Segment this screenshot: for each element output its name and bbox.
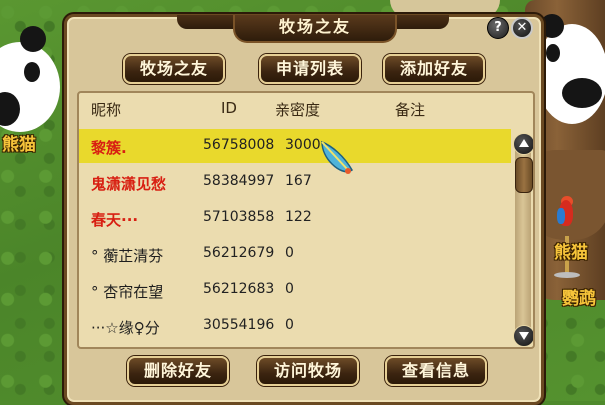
title-deco-left bbox=[177, 15, 237, 29]
friend-id: 57103858 bbox=[203, 209, 275, 225]
friend-id: 56212683 bbox=[203, 281, 275, 297]
panda-label-left: 熊猫 bbox=[2, 135, 36, 155]
arrow-up-icon bbox=[519, 139, 529, 147]
friend-row[interactable]: ° 蘅芷清芬 56212679 0 bbox=[79, 237, 511, 271]
friend-id: 56212679 bbox=[203, 245, 275, 261]
friend-id: 30554196 bbox=[203, 317, 275, 333]
parrot-perch-base bbox=[554, 272, 580, 278]
friend-nickname: ° 蘅芷清芬 bbox=[91, 247, 164, 265]
tab-add-friend[interactable]: 添加好友 bbox=[383, 54, 485, 84]
friend-id: 56758008 bbox=[203, 137, 275, 153]
close-button[interactable]: ✕ bbox=[511, 17, 533, 39]
list-header: 昵称 ID 亲密度 备注 bbox=[79, 93, 533, 123]
friend-closeness: 122 bbox=[285, 209, 312, 225]
feather-cursor-icon bbox=[321, 140, 353, 174]
col-header-note: 备注 bbox=[395, 101, 426, 119]
parrot-label: 鹦鹉 bbox=[562, 289, 596, 309]
friend-nickname: 鬼潇潇见愁 bbox=[91, 175, 167, 193]
title-bar[interactable]: 牧场之友 bbox=[233, 15, 397, 43]
friend-id: 58384997 bbox=[203, 173, 275, 189]
title-deco-right bbox=[389, 15, 449, 29]
friend-row[interactable]: 黎簇. 56758008 3000 bbox=[79, 129, 511, 163]
friend-closeness: 0 bbox=[285, 317, 294, 333]
friend-closeness: 0 bbox=[285, 281, 294, 297]
panda-label-right: 熊猫 bbox=[554, 243, 588, 263]
friend-nickname: ° 杏帘在望 bbox=[91, 283, 164, 301]
scroll-up-button[interactable] bbox=[513, 133, 533, 155]
parrot-npc[interactable] bbox=[555, 196, 577, 236]
col-header-nickname: 昵称 bbox=[91, 101, 122, 119]
friend-nickname: 春天··· bbox=[91, 211, 139, 229]
scrollbar[interactable] bbox=[513, 133, 533, 347]
friend-closeness: 3000 bbox=[285, 137, 321, 153]
visit-ranch-button[interactable]: 访问牧场 bbox=[257, 356, 359, 386]
friend-row[interactable]: 鬼潇潇见愁 58384997 167 bbox=[79, 165, 511, 199]
dialog-title: 牧场之友 bbox=[278, 17, 351, 36]
friend-closeness: 0 bbox=[285, 245, 294, 261]
arrow-down-icon bbox=[519, 332, 529, 340]
scroll-thumb[interactable] bbox=[515, 157, 533, 193]
panda-npc-left[interactable] bbox=[0, 22, 70, 132]
col-header-id: ID bbox=[221, 99, 237, 117]
friend-nickname: ···☆缘♀分 bbox=[91, 319, 160, 337]
friend-row[interactable]: ···☆缘♀分 30554196 0 bbox=[79, 309, 511, 343]
scroll-down-button[interactable] bbox=[513, 325, 533, 347]
friend-row[interactable]: 春天··· 57103858 122 bbox=[79, 201, 511, 235]
tab-ranch-friends[interactable]: 牧场之友 bbox=[123, 54, 225, 84]
friend-nickname: 黎簇. bbox=[91, 139, 127, 157]
friend-row[interactable]: ° 杏帘在望 56212683 0 bbox=[79, 273, 511, 307]
friend-list: 昵称 ID 亲密度 备注 黎簇. 56758008 3000 鬼潇潇见愁 583… bbox=[77, 91, 535, 349]
col-header-closeness: 亲密度 bbox=[275, 101, 321, 119]
help-button[interactable]: ? bbox=[487, 17, 509, 39]
tab-request-list[interactable]: 申请列表 bbox=[259, 54, 361, 84]
view-info-button[interactable]: 查看信息 bbox=[385, 356, 487, 386]
delete-friend-button[interactable]: 删除好友 bbox=[127, 356, 229, 386]
friends-dialog: 牧场之友 ? ✕ 牧场之友 申请列表 添加好友 昵称 ID 亲密度 备注 黎簇.… bbox=[64, 14, 544, 405]
friend-closeness: 167 bbox=[285, 173, 312, 189]
